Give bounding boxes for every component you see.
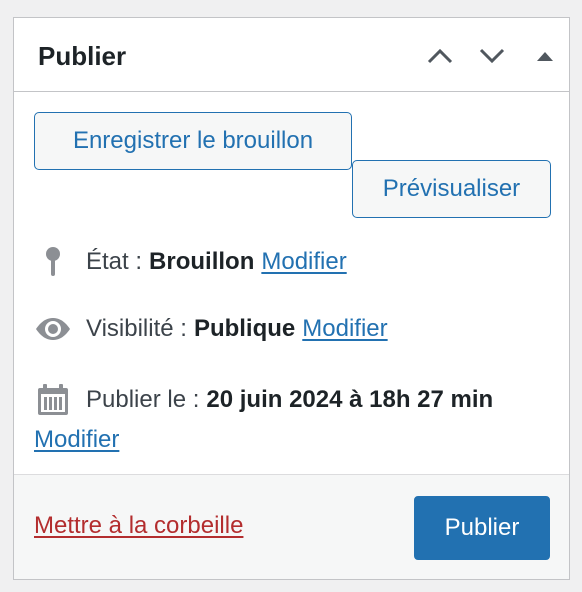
chevron-down-icon [479,48,505,64]
status-label: État : [86,248,143,275]
publish-date-value: 20 juin 2024 à 18h 27 min [206,386,494,413]
metabox-header: Publier [14,18,569,92]
visibility-label: Visibilité : [86,315,187,342]
metabox-title: Publier [38,41,127,71]
triangle-up-icon [537,52,553,61]
visibility-row: Visibilité : Publique Modifier [34,315,388,343]
post-status-row: État : Brouillon Modifier [34,246,347,278]
trash-link[interactable]: Mettre à la corbeille [34,512,243,540]
calendar-icon [34,383,72,417]
edit-status-link[interactable]: Modifier [261,248,346,276]
save-draft-button[interactable]: Enregistrer le brouillon [34,112,352,170]
preview-button[interactable]: Prévisualiser [352,160,551,218]
status-value: Brouillon [149,248,255,275]
visibility-value: Publique [193,315,296,342]
major-publishing-actions: Mettre à la corbeille Publier [14,474,569,579]
edit-date-link[interactable]: Modifier [34,426,119,454]
publish-button[interactable]: Publier [414,496,550,560]
move-up-button[interactable] [422,40,458,72]
publish-date-row: Publier le : 20 juin 2024 à 18h 27 min [34,383,493,417]
chevron-up-icon [427,48,453,64]
publish-metabox: Publier Enregistrer le brouillon Prévisu… [13,17,570,580]
eye-icon [34,317,72,341]
edit-visibility-link[interactable]: Modifier [302,315,387,343]
pin-icon [34,246,72,278]
move-down-button[interactable] [474,40,510,72]
toggle-panel-button[interactable] [527,40,563,72]
publish-date-label: Publier le : [86,386,200,413]
